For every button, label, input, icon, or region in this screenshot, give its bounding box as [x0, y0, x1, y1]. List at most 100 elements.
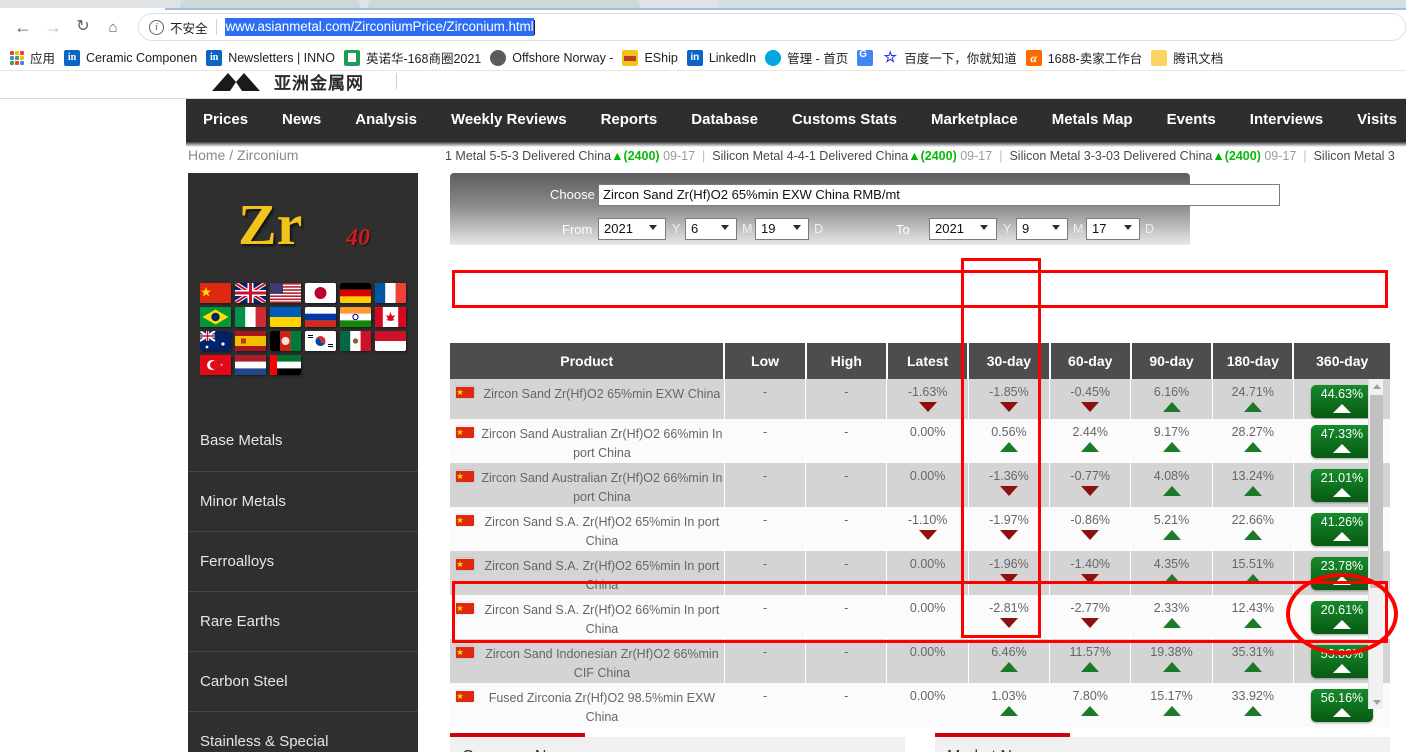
from-month-select[interactable]: 6: [685, 218, 737, 240]
chevron-down-icon[interactable]: [649, 225, 657, 230]
cell-product[interactable]: Zircon Sand Australian Zr(Hf)O2 66%min I…: [450, 419, 724, 463]
to-month-select[interactable]: 9: [1016, 218, 1068, 240]
table-row[interactable]: Zircon Sand S.A. Zr(Hf)O2 65%min In port…: [450, 551, 1390, 595]
flag-spain[interactable]: [235, 331, 266, 351]
sidebar-item-carbon-steel[interactable]: Carbon Steel: [188, 651, 418, 711]
scroll-down-arrow-icon[interactable]: [1369, 695, 1384, 709]
flag-netherlands[interactable]: [235, 355, 266, 375]
price-ticker[interactable]: 1 Metal 5-5-3 Delivered China▲(2400) 09-…: [445, 149, 1406, 169]
flag-united-states[interactable]: [270, 283, 301, 303]
column-30-day[interactable]: 30-day: [968, 343, 1049, 379]
column-360-day[interactable]: 360-day: [1293, 343, 1390, 379]
column-low[interactable]: Low: [724, 343, 805, 379]
bookmark-baidu[interactable]: ☆ 百度一下，你就知道: [879, 47, 1023, 69]
address-bar[interactable]: i 不安全 www.asianmetal.com/ZirconiumPrice/…: [138, 13, 1406, 41]
forward-arrow-icon[interactable]: →: [38, 12, 68, 42]
nav-item-prices[interactable]: Prices: [186, 99, 265, 141]
table-row[interactable]: Zircon Sand Australian Zr(Hf)O2 66%min I…: [450, 463, 1390, 507]
chevron-down-icon[interactable]: [980, 225, 988, 230]
sidebar-item-rare-earths[interactable]: Rare Earths: [188, 591, 418, 651]
table-row[interactable]: Fused Zirconia Zr(Hf)O2 98.5%min EXW Chi…: [450, 683, 1390, 727]
sidebar-item-ferroalloys[interactable]: Ferroalloys: [188, 531, 418, 591]
flag-united-arab-emirates[interactable]: [270, 355, 301, 375]
nav-item-analysis[interactable]: Analysis: [338, 99, 434, 141]
sidebar-item-minor-metals[interactable]: Minor Metals: [188, 471, 418, 531]
flag-australia[interactable]: [200, 331, 231, 351]
reload-icon[interactable]: ↻: [68, 12, 98, 42]
scrollbar-thumb[interactable]: [1370, 395, 1383, 588]
browser-tab-strip[interactable]: [0, 0, 1406, 8]
flag-brazil[interactable]: [200, 307, 231, 327]
back-arrow-icon[interactable]: ←: [8, 12, 38, 42]
bookmark-eship[interactable]: EShip: [619, 47, 683, 69]
flag-france[interactable]: [375, 283, 406, 303]
flag-mexico[interactable]: [340, 331, 371, 351]
nav-item-news[interactable]: News: [265, 99, 338, 141]
column-180-day[interactable]: 180-day: [1212, 343, 1293, 379]
chevron-down-icon[interactable]: [1052, 225, 1060, 230]
info-icon[interactable]: i: [149, 20, 164, 35]
flag-china[interactable]: [200, 283, 231, 303]
chevron-down-icon[interactable]: [1124, 225, 1132, 230]
breadcrumb[interactable]: Home / Zirconium: [188, 147, 298, 163]
bookmark-linkedin[interactable]: in LinkedIn: [684, 47, 762, 69]
bookmark-apps[interactable]: 应用: [7, 47, 61, 69]
flag-indonesia[interactable]: [375, 331, 406, 351]
flag-afghanistan[interactable]: [270, 331, 301, 351]
bookmark-innova-168[interactable]: 英诺华-168商圈2021: [341, 47, 487, 69]
flag-united-kingdom[interactable]: [235, 283, 266, 303]
nav-item-weekly-reviews[interactable]: Weekly Reviews: [434, 99, 584, 141]
cell-product[interactable]: Zircon Sand Australian Zr(Hf)O2 66%min I…: [450, 463, 724, 507]
column-high[interactable]: High: [806, 343, 887, 379]
column-product[interactable]: Product: [450, 343, 724, 379]
bookmark-google-translate[interactable]: [854, 47, 879, 69]
flag-india[interactable]: [340, 307, 371, 327]
product-select[interactable]: Zircon Sand Zr(Hf)O2 65%min EXW China RM…: [598, 184, 1280, 206]
cell-product[interactable]: Zircon Sand Zr(Hf)O2 65%min EXW China: [450, 379, 724, 419]
nav-item-database[interactable]: Database: [674, 99, 775, 141]
table-scrollbar[interactable]: [1368, 379, 1383, 709]
column-90-day[interactable]: 90-day: [1131, 343, 1212, 379]
scroll-up-arrow-icon[interactable]: [1369, 379, 1384, 393]
url-text[interactable]: www.asianmetal.com/ZirconiumPrice/Zircon…: [225, 18, 534, 36]
bookmark-tencent-docs[interactable]: 腾讯文档: [1148, 47, 1229, 69]
flag-germany[interactable]: [340, 283, 371, 303]
chevron-down-icon[interactable]: [793, 225, 801, 230]
asianmetal-logo-icon[interactable]: [210, 71, 262, 93]
flag-canada[interactable]: [375, 307, 406, 327]
nav-item-visits[interactable]: Visits: [1340, 99, 1406, 141]
cell-product[interactable]: Zircon Sand Indonesian Zr(Hf)O2 66%min C…: [450, 639, 724, 683]
flag-turkey[interactable]: [200, 355, 231, 375]
nav-item-interviews[interactable]: Interviews: [1233, 99, 1340, 141]
nav-item-customs-stats[interactable]: Customs Stats: [775, 99, 914, 141]
cell-product[interactable]: Zircon Sand S.A. Zr(Hf)O2 66%min In port…: [450, 595, 724, 639]
table-row[interactable]: Zircon Sand S.A. Zr(Hf)O2 65%min In port…: [450, 507, 1390, 551]
cell-product[interactable]: Fused Zirconia Zr(Hf)O2 98.5%min EXW Chi…: [450, 683, 724, 727]
nav-item-marketplace[interactable]: Marketplace: [914, 99, 1035, 141]
cell-product[interactable]: Zircon Sand S.A. Zr(Hf)O2 65%min In port…: [450, 551, 724, 595]
bookmark-manage-home[interactable]: 管理 - 首页: [762, 47, 854, 69]
browser-tab[interactable]: [368, 0, 640, 8]
table-row[interactable]: Zircon Sand Australian Zr(Hf)O2 66%min I…: [450, 419, 1390, 463]
flag-south-korea[interactable]: [305, 331, 336, 351]
bookmark-ceramic-component[interactable]: in Ceramic Componen: [61, 47, 203, 69]
sidebar-item-base-metals[interactable]: Base Metals: [188, 411, 418, 471]
flag-russia[interactable]: [305, 307, 336, 327]
column-latest[interactable]: Latest: [887, 343, 968, 379]
column-60-day[interactable]: 60-day: [1050, 343, 1131, 379]
flag-ukraine[interactable]: [270, 307, 301, 327]
browser-tab[interactable]: [180, 0, 360, 8]
table-row[interactable]: Zircon Sand Indonesian Zr(Hf)O2 66%min C…: [450, 639, 1390, 683]
nav-item-metals-map[interactable]: Metals Map: [1035, 99, 1150, 141]
bookmark-offshore-norway[interactable]: Offshore Norway -: [487, 47, 619, 69]
flag-italy[interactable]: [235, 307, 266, 327]
nav-item-reports[interactable]: Reports: [584, 99, 675, 141]
table-row[interactable]: Zircon Sand S.A. Zr(Hf)O2 66%min In port…: [450, 595, 1390, 639]
bookmark-1688[interactable]: α 1688-卖家工作台: [1023, 47, 1148, 69]
chevron-down-icon[interactable]: [721, 225, 729, 230]
cell-product[interactable]: Zircon Sand S.A. Zr(Hf)O2 65%min In port…: [450, 507, 724, 551]
bookmark-newsletters[interactable]: in Newsletters | INNO: [203, 47, 341, 69]
table-row[interactable]: Zircon Sand Zr(Hf)O2 65%min EXW China---…: [450, 379, 1390, 419]
flag-japan[interactable]: [305, 283, 336, 303]
nav-item-events[interactable]: Events: [1150, 99, 1233, 141]
